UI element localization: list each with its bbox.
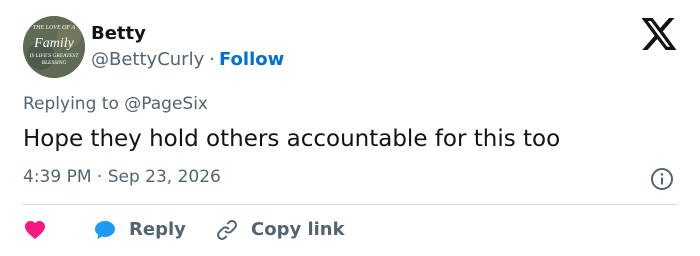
reply-label: Reply xyxy=(129,219,186,240)
divider xyxy=(23,204,677,205)
copy-link-button[interactable]: Copy link xyxy=(215,218,345,242)
follow-button[interactable]: Follow xyxy=(219,49,284,70)
user-handle[interactable]: @BettyCurly xyxy=(91,49,204,70)
svg-text:BLESSING: BLESSING xyxy=(42,60,67,66)
avatar-image: THE LOVE OF A Family IS LIFE'S GREATEST … xyxy=(23,16,85,78)
tweet-date: Sep 23, 2026 xyxy=(107,167,221,187)
replying-to: Replying to @PageSix xyxy=(23,92,208,116)
action-bar: Reply Copy link xyxy=(23,216,345,244)
svg-text:Family: Family xyxy=(33,36,74,51)
tweet-card: THE LOVE OF A Family IS LIFE'S GREATEST … xyxy=(0,0,700,256)
x-logo-icon[interactable] xyxy=(641,18,677,50)
handle-row: @BettyCurly · Follow xyxy=(91,48,284,72)
display-name[interactable]: Betty xyxy=(91,22,146,46)
svg-text:IS LIFE'S GREATEST: IS LIFE'S GREATEST xyxy=(29,53,80,59)
tweet-time: 4:39 PM xyxy=(23,167,92,187)
tweet-timestamp[interactable]: 4:39 PM · Sep 23, 2026 xyxy=(23,165,221,189)
copy-link-label: Copy link xyxy=(251,219,345,240)
like-button[interactable] xyxy=(23,218,93,242)
timestamp-separator: · xyxy=(96,167,103,187)
speech-bubble-icon xyxy=(95,221,115,239)
tweet-text: Hope they hold others accountable for th… xyxy=(23,126,561,152)
avatar[interactable]: THE LOVE OF A Family IS LIFE'S GREATEST … xyxy=(23,16,85,78)
reply-button[interactable]: Reply xyxy=(93,218,215,242)
link-icon xyxy=(217,220,237,240)
replying-to-handle[interactable]: @PageSix xyxy=(124,94,208,114)
heart-icon xyxy=(25,221,45,240)
separator-dot: · xyxy=(209,49,215,70)
svg-text:THE LOVE OF A: THE LOVE OF A xyxy=(33,25,76,31)
replying-prefix: Replying to xyxy=(23,94,119,114)
info-icon[interactable] xyxy=(650,167,674,191)
